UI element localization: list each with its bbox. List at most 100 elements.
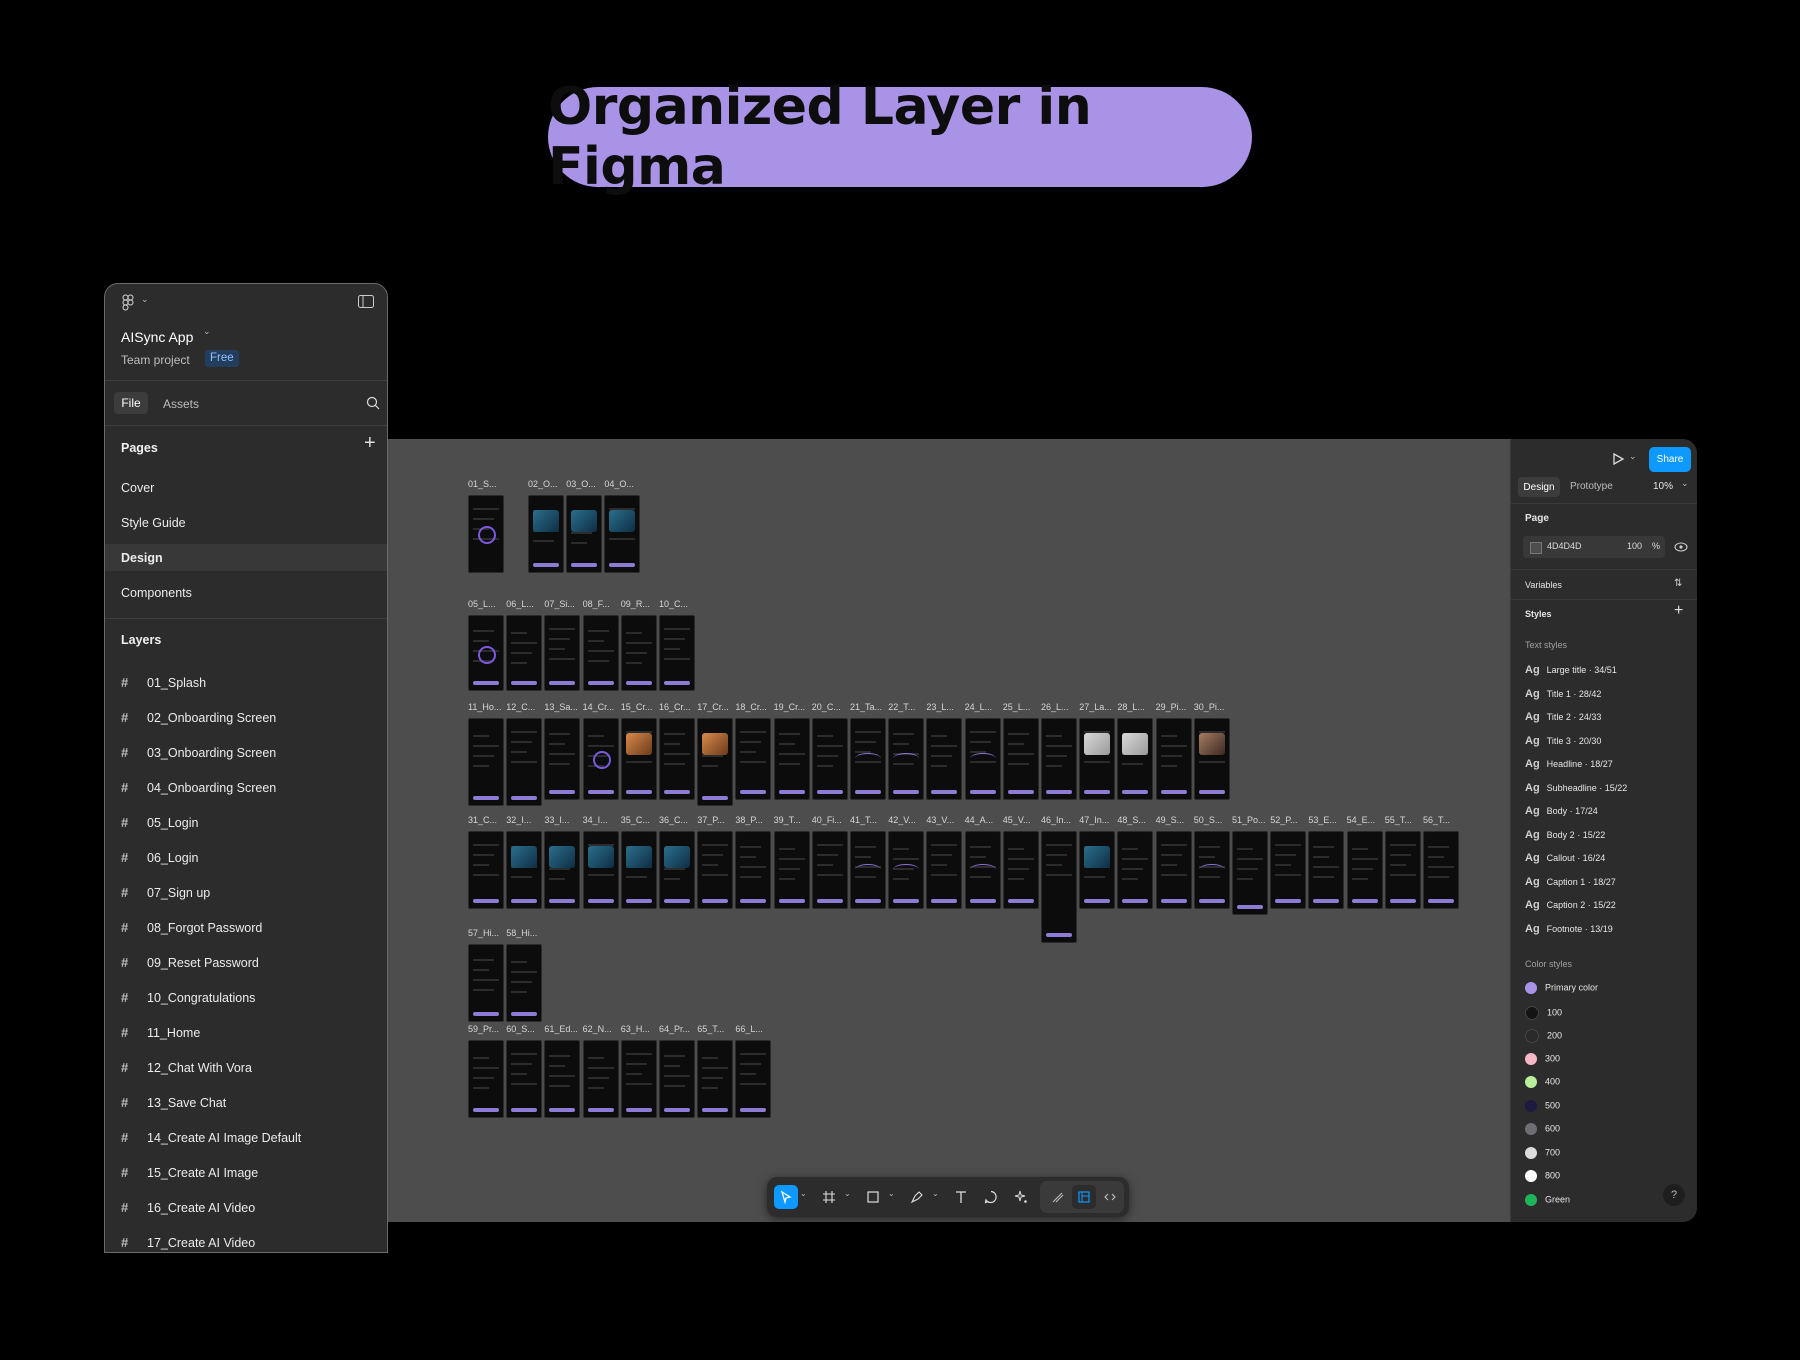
screen-frame[interactable] [566, 495, 603, 573]
chevron-down-icon[interactable]: ⌄ [800, 1189, 807, 1198]
frame-label[interactable]: 51_Po... [1232, 815, 1266, 825]
screen-frame[interactable] [1002, 831, 1039, 909]
page-color-field[interactable]: 4D4D4D 100 % [1523, 536, 1665, 558]
screen-frame[interactable] [620, 831, 657, 909]
screen-frame[interactable] [468, 718, 504, 806]
frame-label[interactable]: 24_L... [965, 702, 993, 712]
color-style-item[interactable]: 700 [1525, 1146, 1560, 1159]
screen-frame[interactable] [964, 831, 1001, 909]
screen-frame[interactable] [773, 831, 810, 909]
text-style-item[interactable]: Ag Callout · 16/24 [1525, 852, 1605, 864]
page-cover[interactable]: Cover [121, 481, 154, 495]
color-style-item[interactable]: Primary color [1525, 982, 1598, 994]
screen-frame[interactable] [1384, 831, 1421, 909]
screen-frame[interactable] [1041, 718, 1077, 800]
color-style-item[interactable]: 300 [1525, 1052, 1560, 1065]
frame-label[interactable]: 03_O... [566, 479, 596, 489]
draw-mode-button[interactable] [1046, 1185, 1070, 1209]
frame-label[interactable]: 47_In... [1079, 815, 1109, 825]
frame-label[interactable]: 21_Ta... [850, 702, 882, 712]
eye-icon[interactable] [1674, 540, 1688, 559]
frame-label[interactable]: 08_F... [583, 599, 610, 609]
add-style-icon[interactable]: + [1674, 602, 1683, 620]
chevron-down-icon[interactable]: ⌄ [844, 1189, 851, 1198]
frame-label[interactable]: 35_C... [621, 815, 650, 825]
screen-frame[interactable] [1117, 831, 1154, 909]
frame-label[interactable]: 38_P... [735, 815, 762, 825]
page-components[interactable]: Components [121, 586, 192, 600]
frame-label[interactable]: 61_Ed... [544, 1024, 578, 1034]
figma-logo-icon[interactable] [122, 294, 136, 317]
file-name[interactable]: AISync App [121, 329, 193, 345]
frame-label[interactable]: 09_R... [621, 599, 650, 609]
screen-frame[interactable] [544, 1040, 581, 1118]
screen-frame[interactable] [1193, 831, 1230, 909]
frame-label[interactable]: 55_T... [1385, 815, 1412, 825]
screen-frame[interactable] [735, 1040, 772, 1118]
screen-frame[interactable] [582, 718, 619, 800]
text-style-item[interactable]: Ag Title 3 · 20/30 [1525, 735, 1601, 747]
frame-label[interactable]: 43_V... [926, 815, 954, 825]
screen-frame[interactable] [926, 831, 963, 909]
frame-label[interactable]: 13_Sa... [544, 702, 578, 712]
frame-label[interactable]: 17_Cr... [697, 702, 729, 712]
screen-frame[interactable] [506, 1040, 543, 1118]
screen-frame[interactable] [1117, 718, 1154, 800]
layer-item[interactable]: #13_Save Chat [121, 1095, 226, 1110]
tab-file[interactable]: File [114, 392, 148, 414]
frame-label[interactable]: 48_S... [1117, 815, 1146, 825]
frame-label[interactable]: 34_I... [583, 815, 608, 825]
frame-label[interactable]: 42_V... [888, 815, 916, 825]
text-style-item[interactable]: Ag Caption 1 · 18/27 [1525, 876, 1616, 888]
color-style-item[interactable]: 600 [1525, 1123, 1560, 1135]
screen-frame[interactable] [604, 495, 641, 573]
frame-label[interactable]: 30_Pi... [1194, 702, 1225, 712]
file-menu-chevron-icon[interactable]: ⌄ [203, 326, 211, 337]
variables-icon[interactable]: ⇅ [1674, 578, 1682, 589]
screen-frame[interactable] [773, 718, 810, 800]
screen-frame[interactable] [659, 1040, 695, 1118]
frame-label[interactable]: 31_C... [468, 815, 497, 825]
screen-frame[interactable] [1079, 831, 1116, 909]
screen-frame[interactable] [620, 615, 657, 691]
screen-frame[interactable] [1193, 718, 1230, 800]
dev-mode-button[interactable] [1098, 1185, 1122, 1209]
screen-frame[interactable] [1155, 718, 1192, 800]
text-style-item[interactable]: Ag Headline · 18/27 [1525, 758, 1613, 770]
pen-tool-button[interactable] [905, 1185, 929, 1209]
move-tool-button[interactable] [774, 1185, 798, 1209]
frame-label[interactable]: 18_Cr... [735, 702, 767, 712]
frame-tool-button[interactable] [817, 1185, 841, 1209]
text-tool-button[interactable] [949, 1185, 973, 1209]
layer-item[interactable]: #05_Login [121, 815, 198, 830]
frame-label[interactable]: 27_La... [1079, 702, 1112, 712]
frame-label[interactable]: 64_Pr... [659, 1024, 690, 1034]
screen-frame[interactable] [468, 831, 504, 909]
layer-item[interactable]: #12_Chat With Vora [121, 1060, 252, 1075]
screen-frame[interactable] [582, 615, 619, 691]
screen-frame[interactable] [1423, 831, 1459, 909]
frame-label[interactable]: 15_Cr... [621, 702, 653, 712]
layer-item[interactable]: #03_Onboarding Screen [121, 745, 276, 760]
screen-frame[interactable] [697, 831, 734, 909]
frame-label[interactable]: 06_L... [506, 599, 534, 609]
frame-label[interactable]: 26_L... [1041, 702, 1069, 712]
search-icon[interactable] [366, 396, 380, 415]
frame-label[interactable]: 45_V... [1003, 815, 1031, 825]
color-style-item[interactable]: 800 [1525, 1170, 1560, 1182]
frame-label[interactable]: 65_T... [697, 1024, 724, 1034]
frame-label[interactable]: 57_Hi... [468, 928, 499, 938]
help-button[interactable]: ? [1663, 1184, 1685, 1206]
screen-frame[interactable] [697, 718, 734, 806]
frame-label[interactable]: 46_In... [1041, 815, 1071, 825]
layer-item[interactable]: #01_Splash [121, 675, 206, 690]
zoom-level[interactable]: 10% [1653, 481, 1673, 492]
frame-label[interactable]: 05_L... [468, 599, 496, 609]
screen-frame[interactable] [468, 495, 504, 573]
tab-prototype[interactable]: Prototype [1570, 481, 1613, 492]
frame-label[interactable]: 60_S... [506, 1024, 535, 1034]
text-style-item[interactable]: Ag Title 1 · 28/42 [1525, 688, 1601, 700]
frame-label[interactable]: 12_C... [506, 702, 535, 712]
frame-label[interactable]: 01_S... [468, 479, 497, 489]
layer-item[interactable]: #07_Sign up [121, 885, 210, 900]
